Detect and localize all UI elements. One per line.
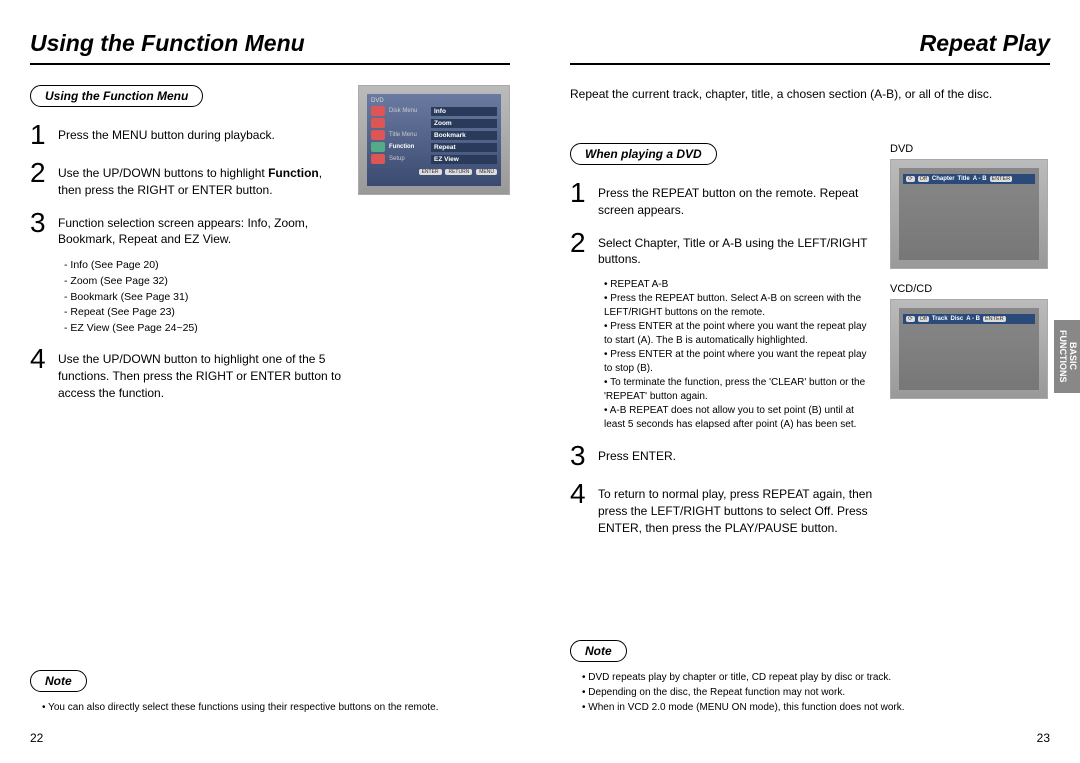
tab-line2: FUNCTIONS: [1058, 330, 1068, 383]
note-section-left: Note You can also directly select these …: [30, 670, 510, 715]
step-number: 3: [570, 442, 598, 470]
intro-text: Repeat the current track, chapter, title…: [570, 85, 1050, 103]
osd-off: Off: [918, 176, 929, 182]
step-number: 2: [570, 229, 598, 257]
section-heading-left: Using the Function Menu: [30, 85, 203, 107]
tv-illustration-dvd: ⟳ Off Chapter Title A - B ENTER: [890, 159, 1048, 269]
tv-label-vcdcd: VCD/CD: [890, 283, 1050, 295]
tv-label-dvd: DVD: [890, 143, 1050, 155]
step-text: Function selection screen appears: Info,…: [58, 209, 346, 249]
osd-enter: ENTER: [990, 176, 1013, 182]
osd-enter: ENTER: [983, 316, 1006, 322]
step-number: 2: [30, 159, 58, 187]
step-item: 2 Use the UP/DOWN buttons to highlight F…: [30, 159, 346, 199]
step-item: 3 Press ENTER.: [570, 442, 876, 470]
page-title-right: Repeat Play: [570, 30, 1050, 65]
list-item: To terminate the function, press the 'CL…: [604, 376, 876, 404]
step-text: Press the REPEAT button on the remote. R…: [598, 179, 876, 219]
screen-button: MENU: [476, 169, 497, 175]
step-number: 3: [30, 209, 58, 237]
note-item: Depending on the disc, the Repeat functi…: [582, 685, 1050, 700]
list-item: Press the REPEAT button. Select A-B on s…: [604, 292, 876, 320]
step-text: To return to normal play, press REPEAT a…: [598, 480, 876, 536]
osd-bar: ⟳ Off Chapter Title A - B ENTER: [903, 174, 1035, 184]
step-text: Press the MENU button during playback.: [58, 121, 275, 144]
tv-illustration-function-menu: DVD Disk MenuInfo Zoom Title MenuBookmar…: [358, 85, 510, 195]
note-item: You can also directly select these funct…: [42, 700, 510, 715]
step-item: 4 Use the UP/DOWN button to highlight on…: [30, 345, 346, 401]
step-number: 1: [570, 179, 598, 207]
osd-word: Track: [932, 316, 948, 322]
osd-bar: ⟳ Off Track Disc A - B ENTER: [903, 314, 1035, 324]
list-item: Press ENTER at the point where you want …: [604, 348, 876, 376]
note-item: When in VCD 2.0 mode (MENU ON mode), thi…: [582, 700, 1050, 715]
osd-word: Chapter: [932, 176, 955, 182]
list-item: Press ENTER at the point where you want …: [604, 320, 876, 348]
list-item: Zoom (See Page 32): [64, 274, 346, 290]
osd-icon: ⟳: [906, 316, 915, 322]
step-item: 1 Press the REPEAT button on the remote.…: [570, 179, 876, 219]
step-item: 4 To return to normal play, press REPEAT…: [570, 480, 876, 536]
sub-reference-list: Info (See Page 20) Zoom (See Page 32) Bo…: [64, 258, 346, 337]
step-item: 3 Function selection screen appears: Inf…: [30, 209, 346, 249]
list-item: A-B REPEAT does not allow you to set poi…: [604, 404, 876, 432]
step-item: 2 Select Chapter, Title or A-B using the…: [570, 229, 876, 269]
page-right: Repeat Play Repeat the current track, ch…: [540, 0, 1080, 763]
osd-word: A - B: [966, 316, 980, 322]
osd-word: Disc: [951, 316, 964, 322]
step-text: Use the UP/DOWN buttons to highlight Fun…: [58, 159, 346, 199]
screen-button: RETURN: [445, 169, 472, 175]
list-item: Bookmark (See Page 31): [64, 290, 346, 306]
osd-word: Title: [958, 176, 970, 182]
repeat-ab-bullets: REPEAT A-B Press the REPEAT button. Sele…: [604, 278, 876, 432]
osd-off: Off: [918, 316, 929, 322]
list-item: Info (See Page 20): [64, 258, 346, 274]
note-section-right: Note DVD repeats play by chapter or titl…: [570, 640, 1050, 715]
screen-top-label: DVD: [371, 98, 497, 104]
note-item: DVD repeats play by chapter or title, CD…: [582, 670, 1050, 685]
step-text: Use the UP/DOWN button to highlight one …: [58, 345, 346, 401]
step-text: Press ENTER.: [598, 442, 676, 465]
section-tab: BASIC FUNCTIONS: [1054, 320, 1080, 393]
page-title-left: Using the Function Menu: [30, 30, 510, 65]
osd-word: A - B: [973, 176, 987, 182]
page-left: Using the Function Menu Using the Functi…: [0, 0, 540, 763]
screen-button: ENTER: [419, 169, 442, 175]
note-heading: Note: [30, 670, 87, 692]
list-item: EZ View (See Page 24~25): [64, 321, 346, 337]
step-item: 1 Press the MENU button during playback.: [30, 121, 346, 149]
bullet-heading: REPEAT A-B: [604, 278, 876, 292]
tv-illustration-vcdcd: ⟳ Off Track Disc A - B ENTER: [890, 299, 1048, 399]
step-number: 4: [30, 345, 58, 373]
step-text: Select Chapter, Title or A-B using the L…: [598, 229, 876, 269]
step-number: 1: [30, 121, 58, 149]
page-number-left: 22: [30, 731, 43, 745]
tab-line1: BASIC: [1068, 342, 1078, 370]
step-number: 4: [570, 480, 598, 508]
list-item: Repeat (See Page 23): [64, 305, 346, 321]
note-heading: Note: [570, 640, 627, 662]
osd-icon: ⟳: [906, 176, 915, 182]
page-number-right: 23: [1037, 731, 1050, 745]
section-heading-right: When playing a DVD: [570, 143, 717, 165]
